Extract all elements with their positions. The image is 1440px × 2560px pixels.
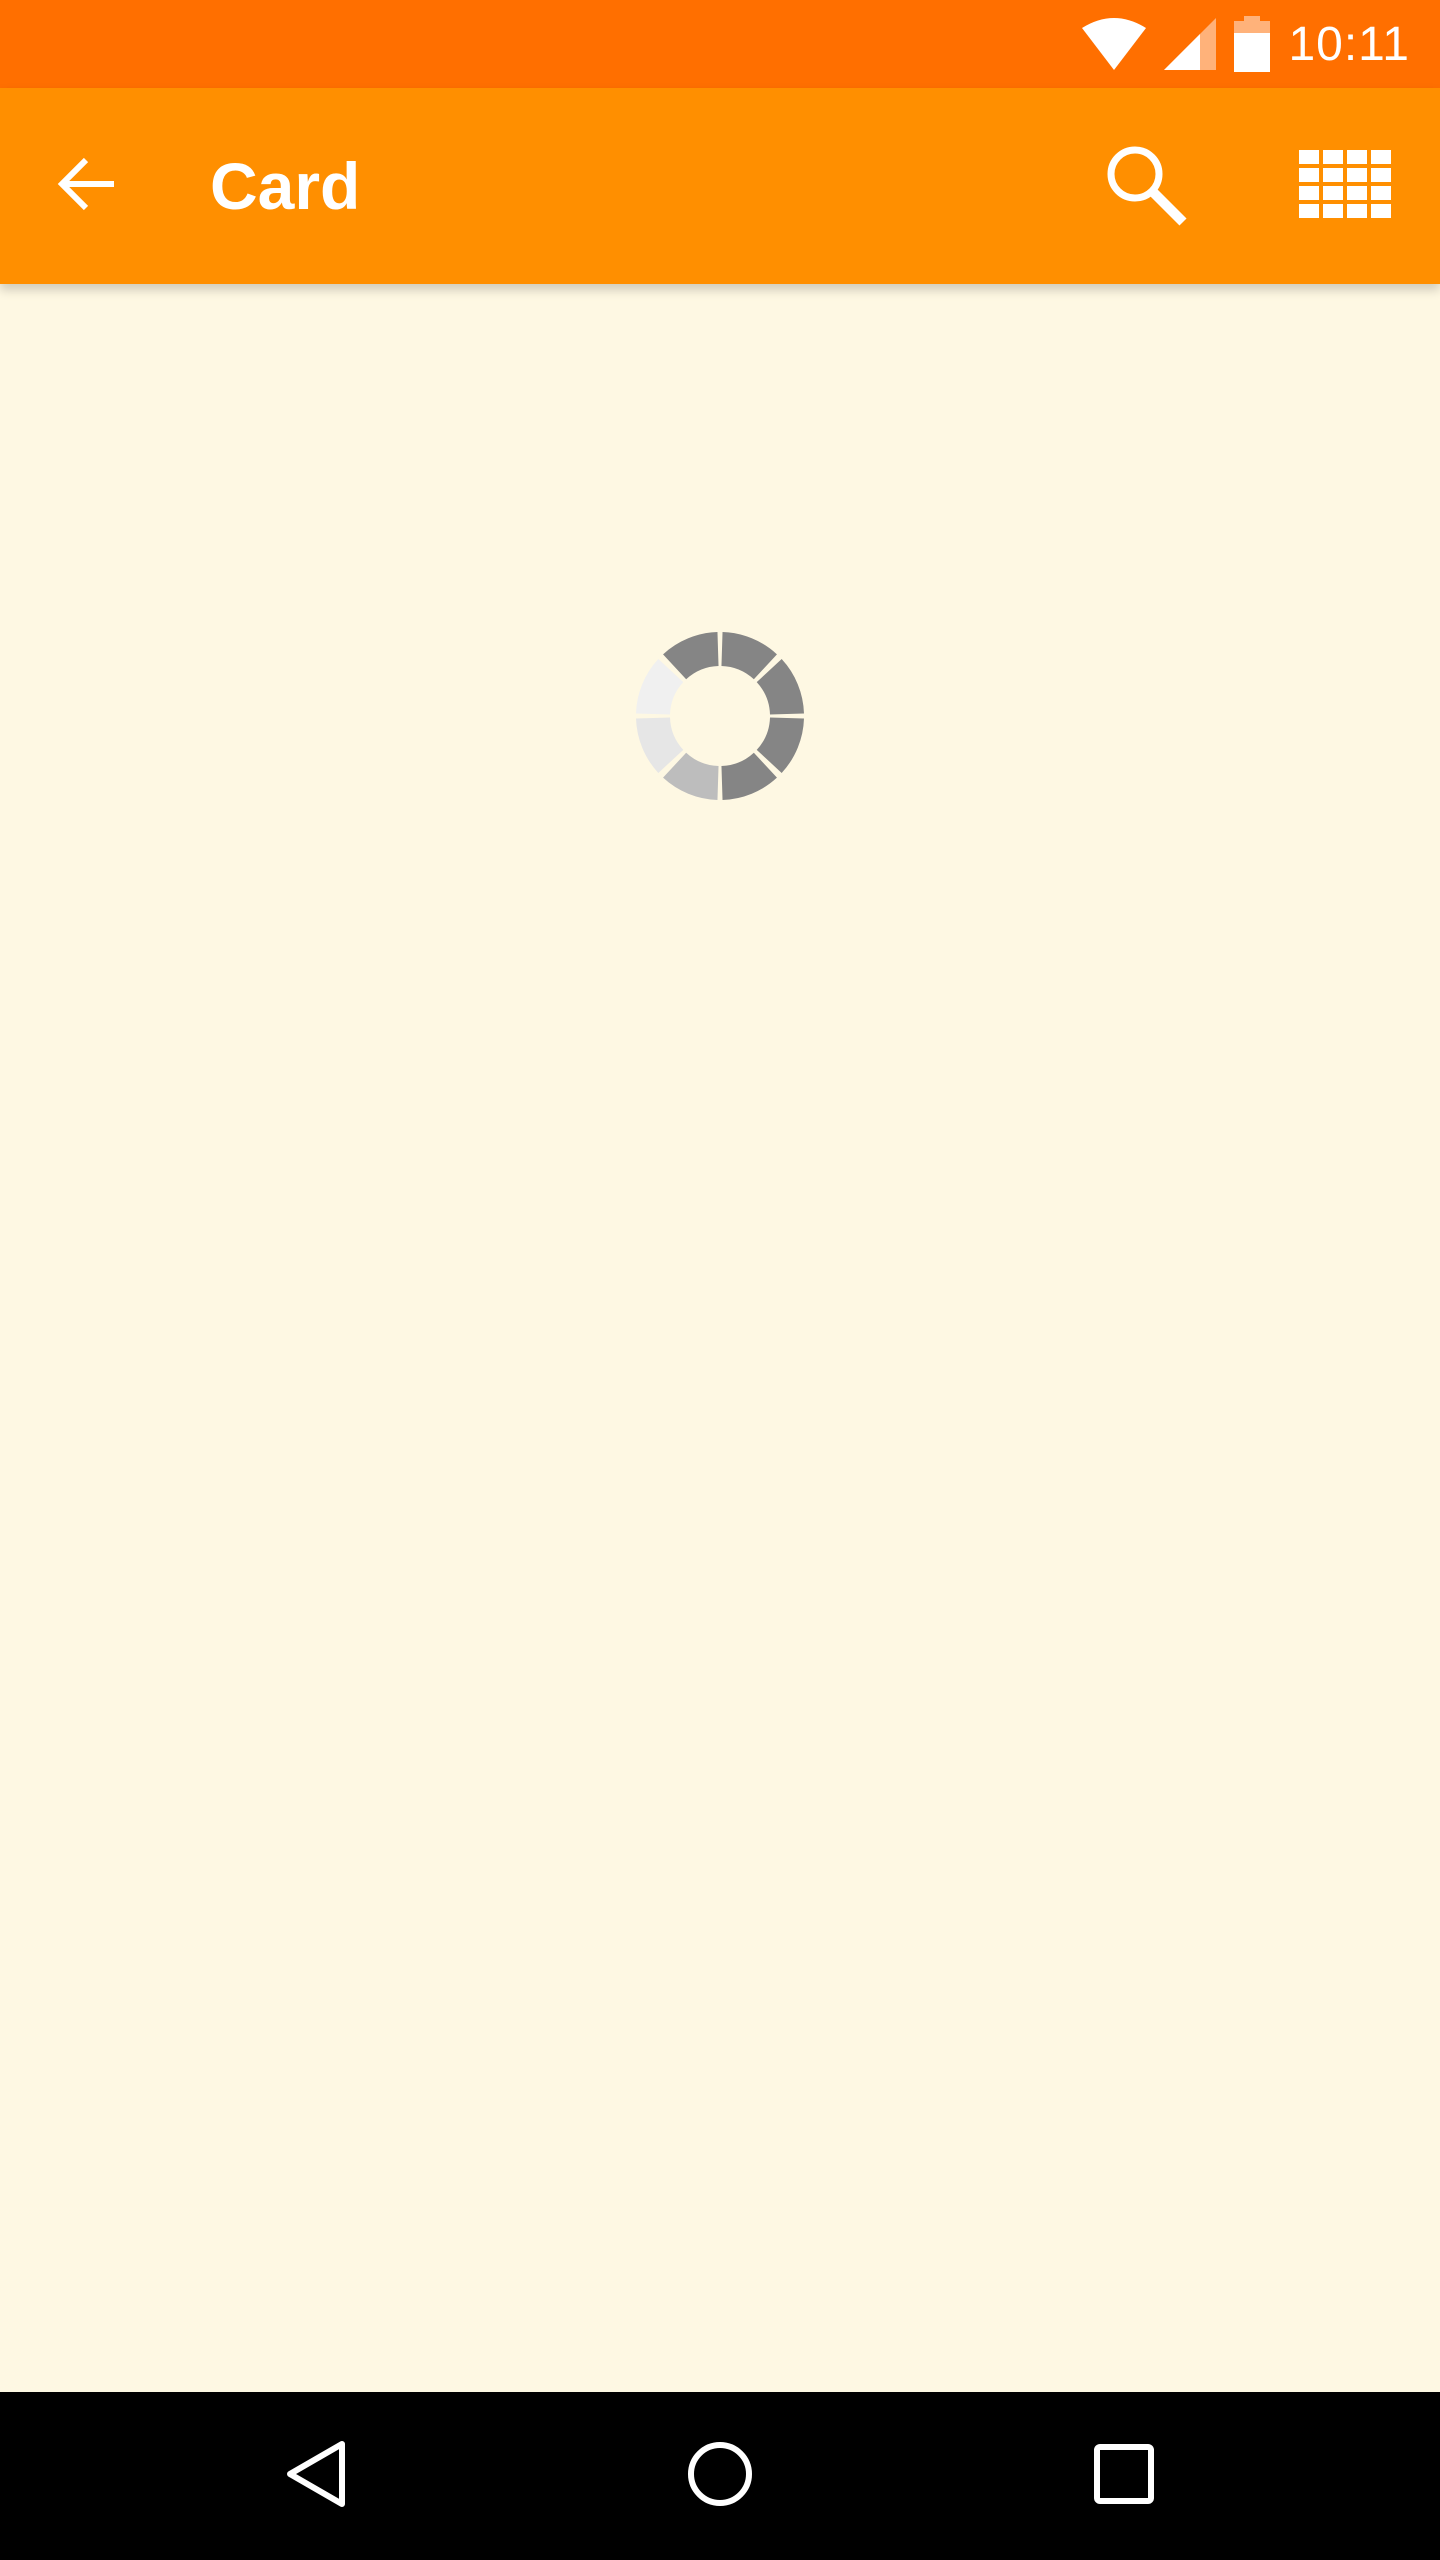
grid-view-button[interactable] xyxy=(1290,138,1400,234)
content-area xyxy=(0,284,1440,2392)
system-nav-bar xyxy=(0,2392,1440,2560)
search-icon xyxy=(1103,142,1187,231)
grid-icon xyxy=(1299,149,1391,223)
app-bar: Card xyxy=(0,88,1440,284)
wifi-icon xyxy=(1082,18,1147,70)
search-button[interactable] xyxy=(1090,138,1200,234)
status-bar: 10:11 xyxy=(0,0,1440,88)
nav-back-button[interactable] xyxy=(256,2416,376,2536)
status-icons: 10:11 xyxy=(1082,0,1410,88)
cell-signal-icon xyxy=(1164,18,1217,70)
nav-home-icon xyxy=(686,2440,754,2513)
arrow-left-icon xyxy=(56,156,120,217)
page-title: Card xyxy=(210,149,361,223)
back-button[interactable] xyxy=(40,138,136,234)
loading-spinner-icon xyxy=(636,632,804,800)
status-time: 10:11 xyxy=(1288,17,1410,71)
battery-icon xyxy=(1234,16,1271,72)
nav-recents-button[interactable] xyxy=(1064,2416,1184,2536)
nav-back-icon xyxy=(284,2438,348,2515)
nav-recents-icon xyxy=(1094,2443,1154,2509)
nav-home-button[interactable] xyxy=(660,2416,780,2536)
